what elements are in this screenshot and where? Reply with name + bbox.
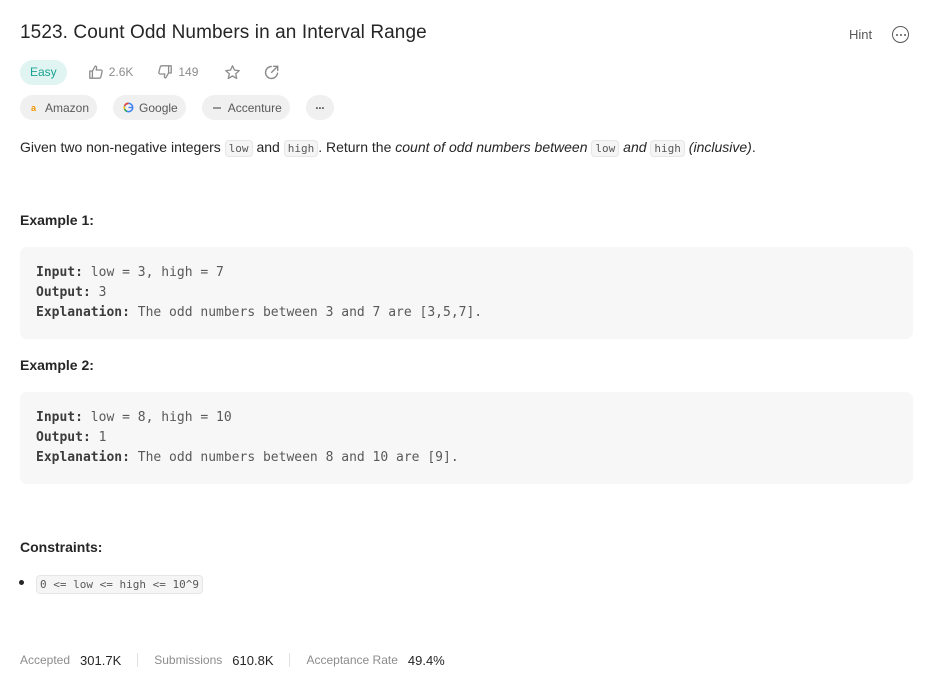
submissions-value: 610.8K (232, 652, 274, 668)
divider (137, 653, 139, 667)
example-input: low = 3, high = 7 (90, 265, 224, 280)
problem-title: 1523. Count Odd Numbers in an Interval R… (20, 22, 427, 43)
problem-meta-row: Easy 2.6K 149 (20, 59, 280, 85)
thumbs-down-icon (158, 65, 173, 79)
accepted-value: 301.7K (80, 652, 122, 668)
like-count: 2.6K (108, 65, 134, 79)
stats-bar: Accepted 301.7K Submissions 610.8K Accep… (20, 650, 445, 670)
code-low: low (591, 140, 620, 157)
bullet-icon (19, 580, 24, 585)
code-high: high (650, 140, 685, 157)
tag-label: Google (139, 100, 178, 115)
thumbs-up-icon (88, 65, 103, 79)
dislike-count: 149 (178, 65, 199, 79)
dislike-button[interactable]: 149 (157, 64, 198, 80)
star-icon (225, 64, 241, 79)
acceptance-rate-label: Acceptance Rate (306, 653, 398, 667)
example-output: 3 (98, 285, 107, 300)
share-icon (265, 65, 279, 79)
hint-button[interactable]: Hint (849, 27, 872, 42)
submissions-label: Submissions (154, 653, 223, 667)
company-tags: a Amazon Google Accenture ··· (20, 95, 350, 120)
google-icon (123, 102, 134, 113)
amazon-icon: a (30, 103, 40, 113)
example-1-box: Input: low = 3, high = 7 Output: 3 Expla… (20, 247, 913, 339)
constraints-title: Constraints: (20, 539, 103, 555)
more-tags-button[interactable]: ··· (305, 95, 334, 120)
example-2-title: Example 2: (20, 357, 94, 373)
example-explanation: The odd numbers between 8 and 10 are [9]… (137, 450, 459, 465)
tag-label: Accenture (227, 100, 282, 115)
share-button[interactable] (263, 64, 280, 81)
example-input: low = 8, high = 10 (90, 410, 232, 425)
tag-amazon[interactable]: a Amazon (20, 95, 98, 120)
tag-accenture[interactable]: Accenture (201, 95, 290, 120)
accepted-label: Accepted (20, 653, 71, 667)
tag-label: Amazon (45, 100, 90, 115)
example-explanation: The odd numbers between 3 and 7 are [3,5… (137, 305, 483, 320)
problem-description: Given two non-negative integers low and … (20, 139, 756, 157)
tag-google[interactable]: Google (113, 95, 186, 120)
code-high: high (283, 140, 319, 157)
more-options-icon[interactable] (892, 26, 909, 43)
favorite-button[interactable] (224, 64, 241, 81)
constraint-item: 0 <= low <= high <= 10^9 (36, 575, 203, 594)
like-button[interactable]: 2.6K (88, 64, 134, 80)
difficulty-badge: Easy (20, 59, 67, 85)
acceptance-rate-value: 49.4% (407, 652, 445, 668)
svg-text:a: a (31, 103, 37, 113)
divider (289, 653, 291, 667)
example-1-title: Example 1: (20, 212, 94, 228)
accenture-icon (212, 104, 223, 112)
example-output: 1 (98, 430, 107, 445)
code-low: low (224, 140, 253, 157)
example-2-box: Input: low = 8, high = 10 Output: 1 Expl… (20, 392, 913, 484)
